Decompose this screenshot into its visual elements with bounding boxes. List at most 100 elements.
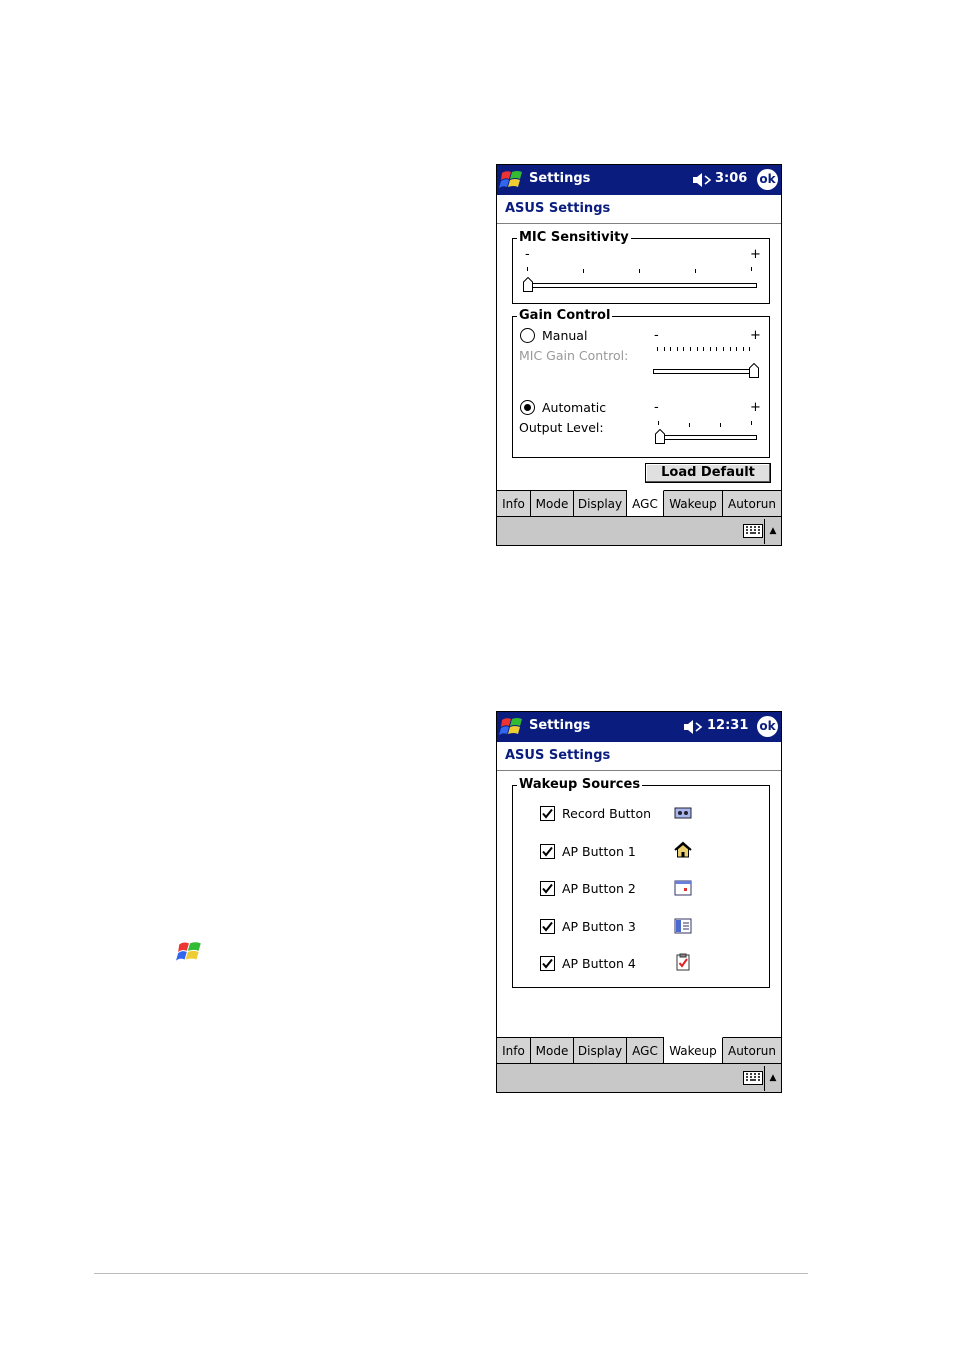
tab-info[interactable]: Info	[497, 1038, 531, 1064]
slider-tick	[676, 347, 678, 351]
output-minus-label: -	[654, 400, 659, 415]
input-panel-arrow-icon[interactable]: ▲	[764, 1066, 781, 1091]
tab-agc[interactable]: AGC	[627, 490, 664, 517]
app-title: Settings	[529, 171, 591, 186]
slider-tick	[709, 347, 711, 351]
windows-start-icon[interactable]	[499, 168, 525, 192]
check-mark-icon	[542, 921, 553, 932]
tab-display[interactable]: Display	[574, 491, 627, 517]
wakeup-item-label: AP Button 1	[562, 844, 636, 859]
mic-sensitivity-title: MIC Sensitivity	[517, 230, 631, 246]
slider-tick	[751, 421, 752, 425]
slider-tick	[742, 347, 744, 351]
ap-button-1-checkbox[interactable]	[540, 844, 555, 859]
mic-sensitivity-slider-thumb[interactable]	[523, 277, 533, 292]
mic-sensitivity-track[interactable]	[525, 283, 757, 288]
ok-button[interactable]: ok	[757, 169, 778, 190]
footer-divider	[94, 1273, 808, 1274]
output-level-slider-thumb[interactable]	[655, 429, 665, 444]
clock[interactable]: 3:06	[715, 171, 747, 186]
wakeup-sources-title: Wakeup Sources	[517, 777, 643, 793]
tab-display[interactable]: Display	[574, 1038, 627, 1064]
calendar-icon	[674, 880, 692, 896]
tab-wakeup[interactable]: Wakeup	[664, 1037, 723, 1064]
wakeup-item-label: AP Button 4	[562, 956, 636, 971]
tab-agc[interactable]: AGC	[627, 1038, 664, 1064]
page-header-title: ASUS Settings	[505, 748, 611, 763]
tab-bar: Info Mode Display AGC Wakeup Autorun	[497, 1037, 781, 1064]
automatic-radio[interactable]	[520, 400, 535, 415]
menu-bar: ▲	[497, 1063, 781, 1092]
settings-screen-agc: Settings 3:06 ok ASUS Settings MIC Sensi…	[496, 164, 782, 546]
manual-radio[interactable]	[520, 328, 535, 343]
slider-tick	[689, 423, 690, 427]
ap-button-3-checkbox[interactable]	[540, 919, 555, 934]
page-header: ASUS Settings	[497, 195, 781, 224]
speaker-mute-icon[interactable]	[692, 172, 712, 188]
slider-tick	[583, 269, 584, 273]
speaker-mute-icon[interactable]	[683, 719, 703, 735]
slider-tick	[690, 347, 691, 351]
ap-button-2-checkbox[interactable]	[540, 881, 555, 896]
load-default-button[interactable]: Load Default	[645, 463, 771, 483]
input-panel-arrow-icon[interactable]: ▲	[764, 519, 781, 544]
contacts-icon	[674, 918, 692, 934]
check-mark-icon	[542, 958, 553, 969]
windows-start-icon	[176, 942, 201, 961]
slider-tick	[736, 347, 738, 351]
page-header-title: ASUS Settings	[505, 201, 611, 216]
title-bar: Settings 12:31 ok	[497, 712, 781, 742]
gain-plus-label: +	[750, 328, 761, 343]
tasks-icon	[676, 953, 690, 971]
slider-tick	[657, 347, 658, 351]
keyboard-icon[interactable]	[743, 1071, 763, 1085]
home-icon	[674, 841, 692, 858]
tab-wakeup[interactable]: Wakeup	[664, 491, 723, 517]
clock[interactable]: 12:31	[707, 718, 748, 733]
app-title: Settings	[529, 718, 591, 733]
ap-button-4-checkbox[interactable]	[540, 956, 555, 971]
output-plus-label: +	[750, 400, 761, 415]
tab-mode[interactable]: Mode	[531, 491, 574, 517]
mic-minus-label: -	[525, 247, 530, 262]
wakeup-item-label: AP Button 3	[562, 919, 636, 934]
wakeup-sources-group: Wakeup Sources Record Button AP Button 1…	[512, 777, 770, 988]
slider-tick	[695, 269, 696, 273]
slider-tick	[751, 267, 752, 271]
slider-tick	[720, 423, 721, 427]
slider-tick	[683, 347, 685, 351]
mic-gain-slider-thumb[interactable]	[749, 363, 759, 378]
ok-button[interactable]: ok	[757, 716, 778, 737]
tab-autorun[interactable]: Autorun	[723, 1038, 781, 1064]
manual-label: Manual	[542, 328, 588, 343]
wakeup-item-label: Record Button	[562, 806, 652, 821]
slider-tick	[723, 347, 724, 351]
slider-tick	[639, 269, 640, 273]
mic-gain-track[interactable]	[653, 369, 757, 374]
tab-autorun[interactable]: Autorun	[723, 491, 781, 517]
recorder-icon	[674, 807, 692, 819]
check-mark-icon	[542, 846, 553, 857]
tab-mode[interactable]: Mode	[531, 1038, 574, 1064]
check-mark-icon	[542, 808, 553, 819]
title-bar: Settings 3:06 ok	[497, 165, 781, 195]
slider-tick	[703, 347, 705, 351]
slider-tick	[729, 347, 731, 351]
windows-start-icon[interactable]	[499, 715, 525, 739]
mic-gain-ticks	[657, 347, 753, 353]
slider-tick	[716, 347, 718, 351]
gain-control-group: Gain Control Manual - + MIC Gain Control…	[512, 308, 770, 458]
output-level-label: Output Level:	[519, 420, 604, 435]
mic-plus-label: +	[750, 247, 761, 262]
tab-bar: Info Mode Display AGC Wakeup Autorun	[497, 490, 781, 517]
output-level-track[interactable]	[655, 435, 757, 440]
wakeup-item-label: AP Button 2	[562, 881, 636, 896]
slider-tick	[670, 347, 672, 351]
gain-minus-label: -	[654, 328, 659, 343]
record-button-checkbox[interactable]	[540, 806, 555, 821]
keyboard-icon[interactable]	[743, 524, 763, 538]
slider-tick	[527, 267, 528, 271]
automatic-label: Automatic	[542, 400, 607, 415]
slider-tick	[658, 421, 659, 425]
tab-info[interactable]: Info	[497, 491, 531, 517]
